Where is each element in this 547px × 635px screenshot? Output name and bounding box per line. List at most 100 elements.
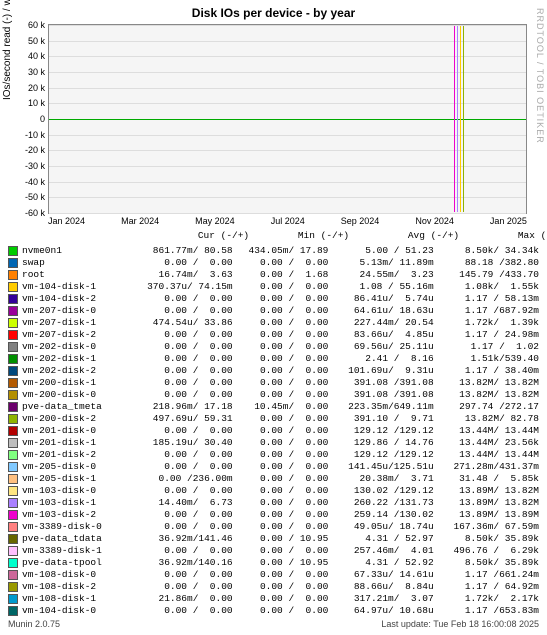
- legend-swatch: [8, 582, 18, 592]
- legend-row: vm-104-disk-1370.37u/ 74.15m0.00 / 0.001…: [8, 281, 539, 293]
- series-avg: 391.08 /391.08: [328, 377, 433, 389]
- y-tick-label: -60 k: [7, 208, 45, 218]
- y-tick-label: -30 k: [7, 161, 45, 171]
- legend-row: vm-201-disk-20.00 / 0.000.00 / 0.00129.1…: [8, 449, 539, 461]
- legend-row: vm-207-disk-1474.54u/ 33.860.00 / 0.0022…: [8, 317, 539, 329]
- y-tick-label: 0: [7, 114, 45, 124]
- series-name: vm-3389-disk-1: [22, 545, 127, 557]
- legend-row: vm-104-disk-00.00 / 0.000.00 / 0.0064.97…: [8, 605, 539, 617]
- series-max: 13.82M/ 82.78: [434, 413, 539, 425]
- legend-row: vm-200-disk-10.00 / 0.000.00 / 0.00391.0…: [8, 377, 539, 389]
- series-cur: 474.54u/ 33.86: [127, 317, 232, 329]
- legend-swatch: [8, 462, 18, 472]
- series-name: vm-200-disk-0: [22, 389, 127, 401]
- series-name: vm-201-disk-0: [22, 425, 127, 437]
- series-min: 0.00 / 0.00: [233, 341, 329, 353]
- plot-area: 60 k50 k40 k30 k20 k10 k0-10 k-20 k-30 k…: [48, 24, 527, 214]
- series-max: 1.17 / 1.02: [434, 341, 539, 353]
- series-max: 1.72k/ 1.39k: [434, 317, 539, 329]
- legend-row: vm-201-disk-00.00 / 0.000.00 / 0.00129.1…: [8, 425, 539, 437]
- series-avg: 2.41 / 8.16: [328, 353, 433, 365]
- series-cur: 185.19u/ 30.40: [127, 437, 232, 449]
- series-max: 8.50k/ 35.89k: [434, 557, 539, 569]
- series-min: 0.00 / 1.68: [233, 269, 329, 281]
- grid-line: [49, 213, 526, 214]
- series-avg: 101.69u/ 9.31u: [328, 365, 433, 377]
- spike-line: [457, 26, 458, 212]
- spike-line: [460, 26, 461, 212]
- series-name: vm-202-disk-1: [22, 353, 127, 365]
- legend-swatch: [8, 402, 18, 412]
- series-max: 1.08k/ 1.55k: [434, 281, 539, 293]
- series-max: 271.28m/431.37m: [434, 461, 539, 473]
- series-cur: 0.00 / 0.00: [127, 509, 232, 521]
- legend-swatch: [8, 474, 18, 484]
- legend-row: vm-202-disk-00.00 / 0.000.00 / 0.0069.56…: [8, 341, 539, 353]
- series-max: 1.17 / 38.40m: [434, 365, 539, 377]
- series-avg: 86.41u/ 5.74u: [328, 293, 433, 305]
- legend-row: vm-200-disk-2497.69u/ 59.310.00 / 0.0039…: [8, 413, 539, 425]
- series-name: nvme0n1: [22, 245, 127, 257]
- series-avg: 129.86 / 14.76: [328, 437, 433, 449]
- series-cur: 370.37u/ 74.15m: [127, 281, 232, 293]
- last-update-label: Last update: Tue Feb 18 16:00:08 2025: [381, 619, 539, 629]
- series-min: 0.00 / 0.00: [233, 365, 329, 377]
- legend-swatch: [8, 522, 18, 532]
- series-cur: 16.74m/ 3.63: [127, 269, 232, 281]
- series-min: 0.00 / 10.95: [233, 557, 329, 569]
- series-avg: 24.55m/ 3.23: [328, 269, 433, 281]
- legend-swatch: [8, 450, 18, 460]
- x-tick-label: Jan 2024: [48, 216, 85, 226]
- series-max: 13.89M/ 13.82M: [434, 497, 539, 509]
- legend-row: pve-data_tdata36.92m/141.460.00 / 10.954…: [8, 533, 539, 545]
- series-cur: 0.00 / 0.00: [127, 545, 232, 557]
- legend-swatch: [8, 378, 18, 388]
- chart-footer: Munin 2.0.75 Last update: Tue Feb 18 16:…: [8, 619, 539, 629]
- series-min: 0.00 / 0.00: [233, 353, 329, 365]
- x-tick-label: Jan 2025: [490, 216, 527, 226]
- legend-row: pve-data_tmeta218.96m/ 17.1810.45m/ 0.00…: [8, 401, 539, 413]
- series-cur: 0.00 / 0.00: [127, 425, 232, 437]
- legend-swatch: [8, 282, 18, 292]
- series-avg: 391.08 /391.08: [328, 389, 433, 401]
- legend-swatch: [8, 426, 18, 436]
- rrdtool-watermark: RRDTOOL / TOBI OETIKER: [535, 8, 545, 144]
- series-cur: 0.00 / 0.00: [127, 521, 232, 533]
- series-name: vm-108-disk-2: [22, 581, 127, 593]
- y-tick-label: 40 k: [7, 51, 45, 61]
- series-avg: 4.31 / 52.97: [328, 533, 433, 545]
- series-name: pve-data_tmeta: [22, 401, 127, 413]
- x-tick-label: Mar 2024: [121, 216, 159, 226]
- legend-row: vm-205-disk-10.00 /236.00m0.00 / 0.0020.…: [8, 473, 539, 485]
- x-tick-label: Sep 2024: [341, 216, 380, 226]
- series-cur: 218.96m/ 17.18: [127, 401, 232, 413]
- legend-row: vm-205-disk-00.00 / 0.000.00 / 0.00141.4…: [8, 461, 539, 473]
- series-min: 0.00 / 0.00: [233, 293, 329, 305]
- series-avg: 129.12 /129.12: [328, 449, 433, 461]
- legend-row: vm-202-disk-20.00 / 0.000.00 / 0.00101.6…: [8, 365, 539, 377]
- series-name: vm-200-disk-2: [22, 413, 127, 425]
- series-cur: 0.00 / 0.00: [127, 365, 232, 377]
- series-name: vm-104-disk-1: [22, 281, 127, 293]
- legend-swatch: [8, 354, 18, 364]
- series-cur: 0.00 / 0.00: [127, 257, 232, 269]
- series-max: 297.74 /272.17: [434, 401, 539, 413]
- chart-container: Disk IOs per device - by year IOs/second…: [0, 0, 547, 629]
- series-name: vm-3389-disk-0: [22, 521, 127, 533]
- series-avg: 260.22 /131.73: [328, 497, 433, 509]
- series-avg: 67.33u/ 14.61u: [328, 569, 433, 581]
- series-avg: 88.66u/ 8.84u: [328, 581, 433, 593]
- series-max: 1.72k/ 2.17k: [434, 593, 539, 605]
- series-name: vm-104-disk-0: [22, 605, 127, 617]
- legend-swatch: [8, 570, 18, 580]
- series-name: vm-207-disk-1: [22, 317, 127, 329]
- legend-swatch: [8, 558, 18, 568]
- series-min: 0.00 / 0.00: [233, 473, 329, 485]
- series-cur: 0.00 /236.00m: [127, 473, 232, 485]
- legend-swatch: [8, 510, 18, 520]
- series-name: vm-205-disk-0: [22, 461, 127, 473]
- legend-swatch: [8, 438, 18, 448]
- series-max: 1.17 / 24.98m: [434, 329, 539, 341]
- series-avg: 4.31 / 52.92: [328, 557, 433, 569]
- series-cur: 0.00 / 0.00: [127, 389, 232, 401]
